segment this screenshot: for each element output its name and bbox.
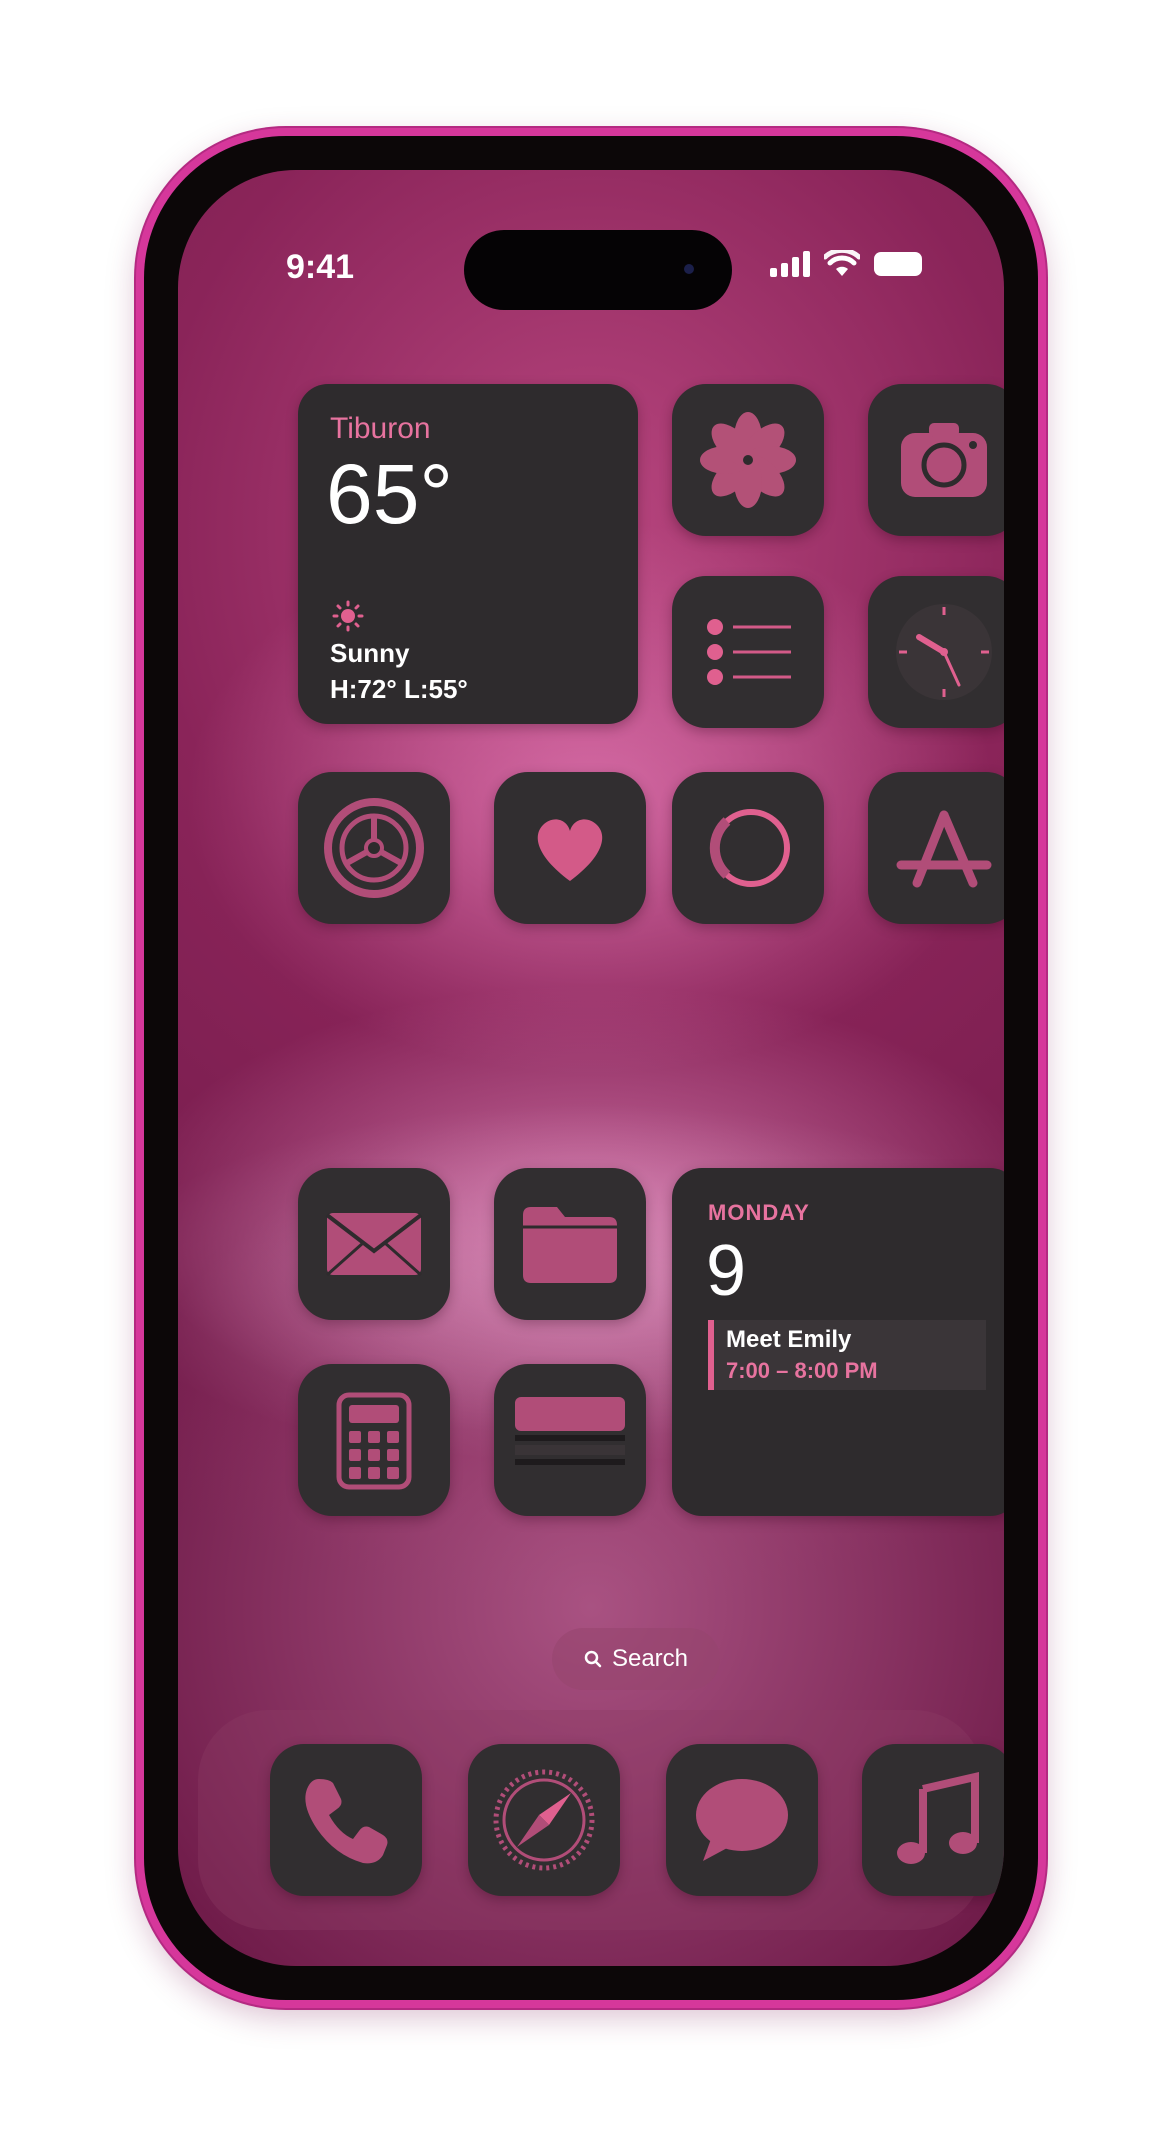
battery-icon [874, 252, 922, 276]
sun-icon [332, 600, 364, 632]
calendar-event-time: 7:00 – 8:00 PM [726, 1358, 878, 1383]
search-label: Search [611, 1645, 689, 1672]
reminders-app-icon[interactable] [672, 576, 824, 728]
weather-widget[interactable]: Tiburon 65° Sunny H:72° L:55° [298, 384, 638, 724]
search-button[interactable]: Search [552, 1628, 720, 1690]
calendar-date: 9 [706, 1231, 747, 1311]
calculator-icon [336, 1392, 412, 1490]
health-app-icon[interactable] [494, 772, 646, 924]
folder-icon [523, 1207, 617, 1283]
phone-handset-icon [305, 1779, 388, 1864]
fitness-ring-icon [709, 809, 790, 887]
calendar-event[interactable]: Meet Emily 7:00 – 8:00 PM [708, 1320, 986, 1390]
fitness-app-icon[interactable] [672, 772, 824, 924]
wallet-cards-icon [515, 1397, 625, 1465]
safari-app-icon[interactable] [468, 1744, 620, 1896]
phone-app-icon[interactable] [270, 1744, 422, 1896]
weather-range: H:72° L:55° [330, 674, 468, 704]
music-app-icon[interactable] [862, 1744, 1004, 1896]
app-store-app-icon[interactable] [868, 772, 1004, 924]
compass-icon [493, 1769, 595, 1871]
phone-bezel: 9:41 Tiburon 65° Sunny H:72° L:55° MONDA… [144, 136, 1038, 2000]
settings-app-icon[interactable] [298, 772, 450, 924]
signal-icon [770, 251, 810, 277]
wallet-app-icon[interactable] [494, 1364, 646, 1516]
heart-icon [537, 819, 603, 881]
clock-app-icon[interactable] [868, 576, 1004, 728]
status-time: 9:41 [286, 248, 355, 286]
photos-flower-icon [700, 412, 796, 508]
files-app-icon[interactable] [494, 1168, 646, 1320]
camera-app-icon[interactable] [868, 384, 1004, 536]
mail-app-icon[interactable] [298, 1168, 450, 1320]
music-note-icon [897, 1771, 979, 1864]
calendar-day: MONDAY [708, 1200, 810, 1225]
weather-city: Tiburon [330, 412, 431, 445]
calendar-widget[interactable]: MONDAY 9 Meet Emily 7:00 – 8:00 PM [672, 1168, 1004, 1516]
status-icons [770, 250, 922, 278]
dynamic-island [464, 230, 732, 310]
phone-frame: 9:41 Tiburon 65° Sunny H:72° L:55° MONDA… [136, 128, 1046, 2008]
gear-icon [324, 798, 424, 898]
messages-app-icon[interactable] [666, 1744, 818, 1896]
weather-condition: Sunny [330, 638, 410, 668]
search-icon [584, 1650, 602, 1668]
camera-icon [901, 423, 987, 497]
calendar-event-title: Meet Emily [726, 1326, 852, 1353]
weather-temperature: 65° [326, 447, 454, 541]
home-screen: 9:41 Tiburon 65° Sunny H:72° L:55° MONDA… [178, 170, 1004, 1966]
camera-dot [684, 264, 694, 274]
reminders-list-icon [707, 619, 791, 685]
wifi-icon [824, 250, 860, 276]
app-store-icon [896, 810, 992, 888]
photos-app-icon[interactable] [672, 384, 824, 536]
mail-envelope-icon [325, 1213, 423, 1277]
clock-icon [896, 604, 992, 700]
calculator-app-icon[interactable] [298, 1364, 450, 1516]
message-bubble-icon [696, 1779, 788, 1861]
